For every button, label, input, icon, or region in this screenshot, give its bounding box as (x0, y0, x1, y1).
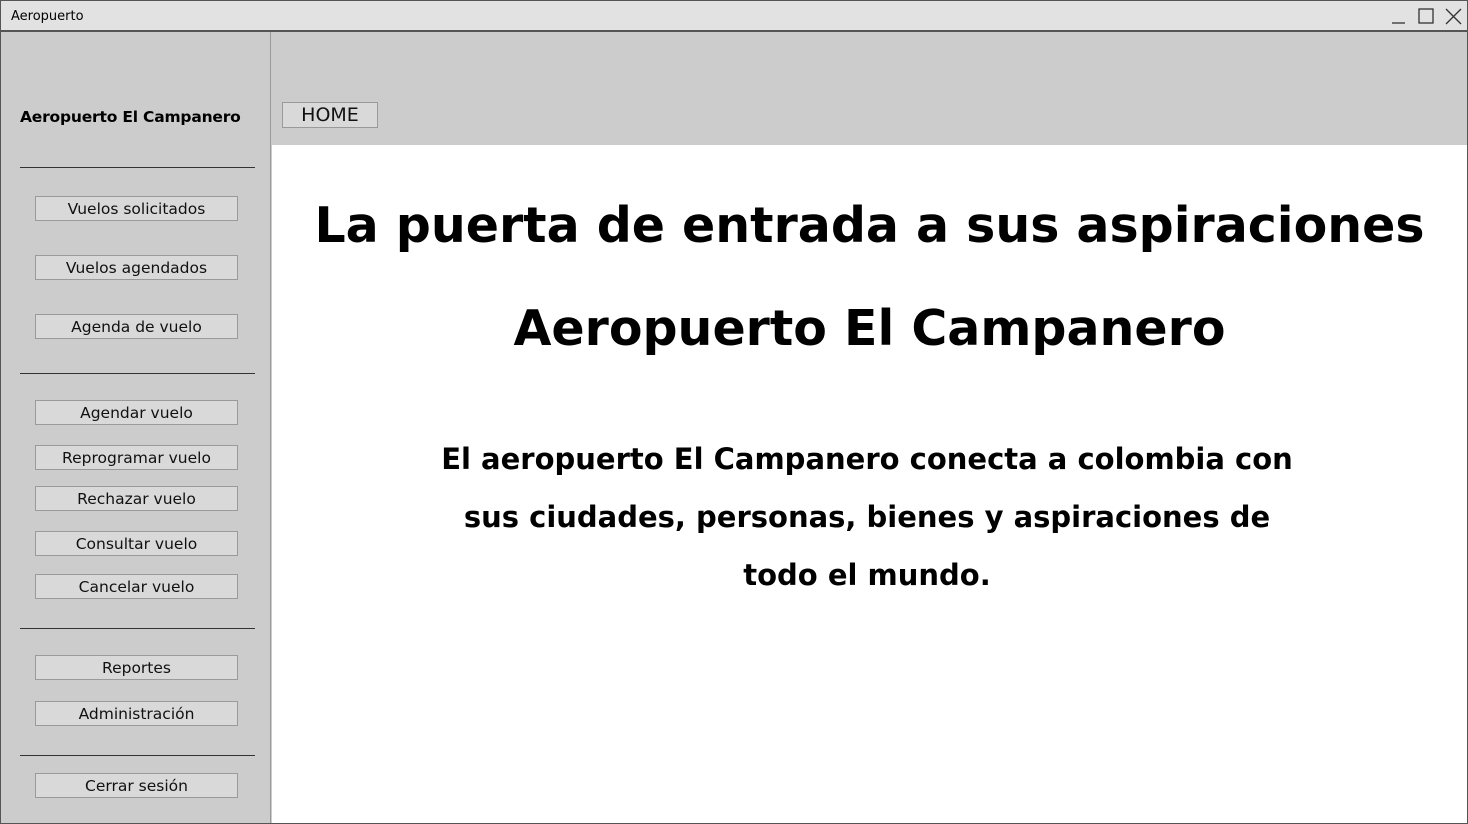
main-content: La puerta de entrada a sus aspiraciones … (272, 145, 1467, 823)
vuelos-agendados-button[interactable]: Vuelos agendados (35, 255, 238, 280)
sidebar-divider (20, 167, 255, 168)
administracion-button[interactable]: Administración (35, 701, 238, 726)
tab-bar: HOME (271, 32, 1467, 145)
cerrar-sesion-button[interactable]: Cerrar sesión (35, 773, 238, 798)
reportes-button[interactable]: Reportes (35, 655, 238, 680)
consultar-vuelo-button[interactable]: Consultar vuelo (35, 531, 238, 556)
page-description: El aeropuerto El Campanero conecta a col… (441, 442, 1293, 592)
sidebar-title: Aeropuerto El Campanero (20, 108, 241, 126)
rechazar-vuelo-button[interactable]: Rechazar vuelo (35, 486, 238, 511)
window-title: Aeropuerto (11, 9, 84, 24)
agendar-vuelo-button[interactable]: Agendar vuelo (35, 400, 238, 425)
sidebar: Aeropuerto El Campanero Vuelos solicitad… (1, 32, 271, 823)
maximize-icon[interactable] (1415, 5, 1437, 27)
page-headline: La puerta de entrada a sus aspiraciones (314, 197, 1425, 254)
minimize-icon[interactable] (1388, 5, 1410, 27)
title-bar[interactable]: Aeropuerto (1, 1, 1467, 32)
tab-home[interactable]: HOME (282, 102, 378, 128)
reprogramar-vuelo-button[interactable]: Reprogramar vuelo (35, 445, 238, 470)
page-subheadline: Aeropuerto El Campanero (513, 300, 1226, 357)
agenda-de-vuelo-button[interactable]: Agenda de vuelo (35, 314, 238, 339)
sidebar-divider (20, 373, 255, 374)
close-icon[interactable] (1442, 5, 1464, 27)
sidebar-divider (20, 628, 255, 629)
cancelar-vuelo-button[interactable]: Cancelar vuelo (35, 574, 238, 599)
sidebar-divider (20, 755, 255, 756)
app-window: Aeropuerto Aeropuerto El Campanero Vuelo… (0, 0, 1468, 824)
vuelos-solicitados-button[interactable]: Vuelos solicitados (35, 196, 238, 221)
